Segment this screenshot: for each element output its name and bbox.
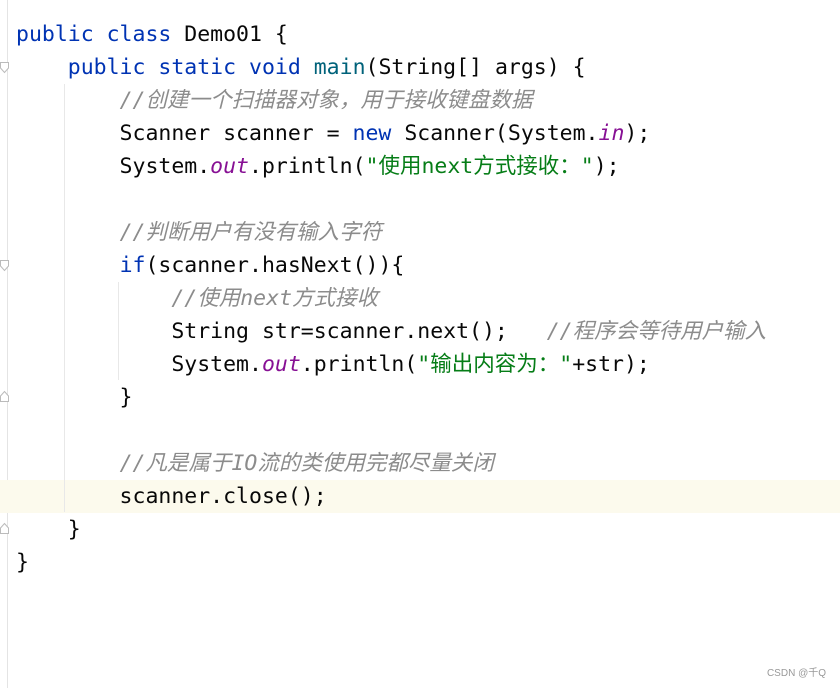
code-token: System. [16, 352, 262, 377]
code-token: +str); [572, 352, 650, 377]
code-token: } [16, 550, 29, 575]
code-token: //使用next方式接收 [171, 286, 379, 311]
code-token: out [261, 352, 301, 377]
code-token: "输出内容为：" [417, 352, 573, 377]
code-token: //程序会等待用户输入 [546, 319, 767, 344]
code-token: main [313, 55, 366, 80]
code-line[interactable] [0, 183, 840, 216]
code-token: (scanner.hasNext()){ [145, 253, 405, 278]
code-token: } [16, 517, 81, 542]
code-token: String str=scanner.next(); [16, 319, 547, 344]
code-token: //判断用户有没有输入字符 [119, 220, 382, 245]
indent-guide [118, 282, 119, 380]
code-token: in [598, 121, 625, 146]
code-line[interactable]: scanner.close(); [0, 480, 840, 513]
code-line[interactable]: String str=scanner.next(); //程序会等待用户输入 [0, 315, 840, 348]
code-line[interactable]: System.out.println("输出内容为："+str); [0, 348, 840, 381]
code-token: out [210, 154, 250, 179]
code-token: System. [16, 154, 211, 179]
code-token: scanner.close(); [16, 484, 327, 509]
code-line[interactable]: } [0, 381, 840, 414]
code-line[interactable]: //判断用户有没有输入字符 [0, 216, 840, 249]
code-line[interactable]: //创建一个扫描器对象，用于接收键盘数据 [0, 84, 840, 117]
code-line[interactable]: } [0, 546, 840, 579]
watermark: CSDN @千Q [766, 668, 826, 679]
code-line[interactable]: public static void main(String[] args) { [0, 51, 840, 84]
code-line[interactable]: if(scanner.hasNext()){ [0, 249, 840, 282]
code-line[interactable]: } [0, 513, 840, 546]
code-line[interactable]: //使用next方式接收 [0, 282, 840, 315]
code-token: //凡是属于IO流的类使用完都尽量关闭 [119, 451, 494, 476]
code-line[interactable]: //凡是属于IO流的类使用完都尽量关闭 [0, 447, 840, 480]
code-token: (String[] args) { [365, 55, 586, 80]
code-token: Demo01 { [184, 22, 288, 47]
code-token: ); [593, 154, 620, 179]
code-line[interactable]: Scanner scanner = new Scanner(System.in)… [0, 117, 840, 150]
code-line[interactable]: public class Demo01 { [0, 18, 840, 51]
code-token: ); [624, 121, 651, 146]
code-token: new [352, 121, 405, 146]
code-token: if [119, 253, 146, 278]
code-token: .println( [300, 352, 418, 377]
code-token: Scanner(System. [404, 121, 599, 146]
code-token: public static void [67, 55, 314, 80]
code-line[interactable] [0, 414, 840, 447]
code-token: .println( [249, 154, 366, 179]
code-token: } [16, 385, 133, 410]
code-line[interactable]: System.out.println("使用next方式接收："); [0, 150, 840, 183]
code-token: public class [16, 22, 185, 47]
code-token: //创建一个扫描器对象，用于接收键盘数据 [119, 88, 533, 113]
code-token: "使用next方式接收：" [365, 154, 594, 179]
code-editor[interactable]: public class Demo01 { public static void… [0, 18, 840, 579]
code-token: Scanner scanner = [16, 121, 353, 146]
indent-guide [64, 84, 65, 512]
